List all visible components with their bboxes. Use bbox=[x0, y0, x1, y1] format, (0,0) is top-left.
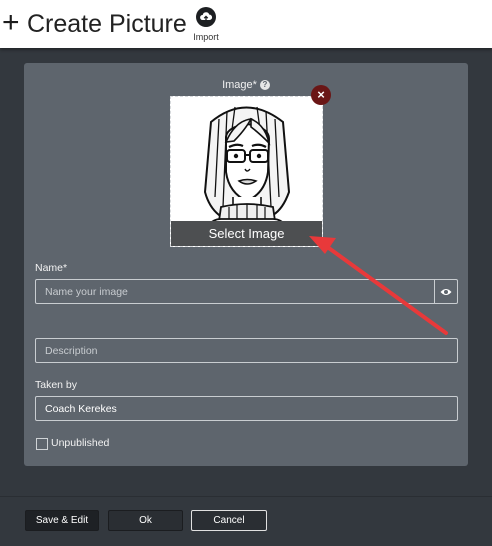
plus-icon: + bbox=[2, 6, 20, 39]
image-field-label: Image*? bbox=[24, 78, 468, 92]
help-icon[interactable]: ? bbox=[259, 80, 270, 91]
cancel-button[interactable]: Cancel bbox=[191, 510, 267, 531]
taken-by-input[interactable] bbox=[35, 396, 458, 421]
page-title: Create Picture bbox=[27, 10, 187, 38]
eye-icon bbox=[440, 289, 452, 295]
cloud-upload-icon bbox=[196, 7, 216, 27]
save-edit-button[interactable]: Save & Edit bbox=[25, 510, 99, 531]
picture-form-card: Image*? Select Image × Name* Name your i… bbox=[24, 63, 468, 466]
unpublished-checkbox[interactable] bbox=[36, 438, 48, 450]
visibility-toggle-button[interactable] bbox=[435, 279, 458, 304]
import-button[interactable]: Import bbox=[187, 5, 225, 45]
image-dropzone[interactable]: Select Image bbox=[170, 96, 323, 247]
remove-image-button[interactable]: × bbox=[311, 85, 331, 105]
description-input[interactable] bbox=[35, 338, 458, 363]
ok-button[interactable]: Ok bbox=[108, 510, 183, 531]
image-label-text: Image* bbox=[222, 79, 257, 91]
page-header: + Create Picture Import bbox=[0, 0, 492, 48]
unpublished-label: Unpublished bbox=[51, 437, 110, 449]
select-image-button[interactable]: Select Image bbox=[171, 221, 322, 246]
taken-by-label: Taken by bbox=[35, 379, 78, 391]
name-input[interactable] bbox=[35, 279, 435, 304]
name-label: Name* bbox=[35, 262, 68, 274]
import-label: Import bbox=[193, 32, 219, 42]
footer-divider bbox=[0, 496, 492, 497]
